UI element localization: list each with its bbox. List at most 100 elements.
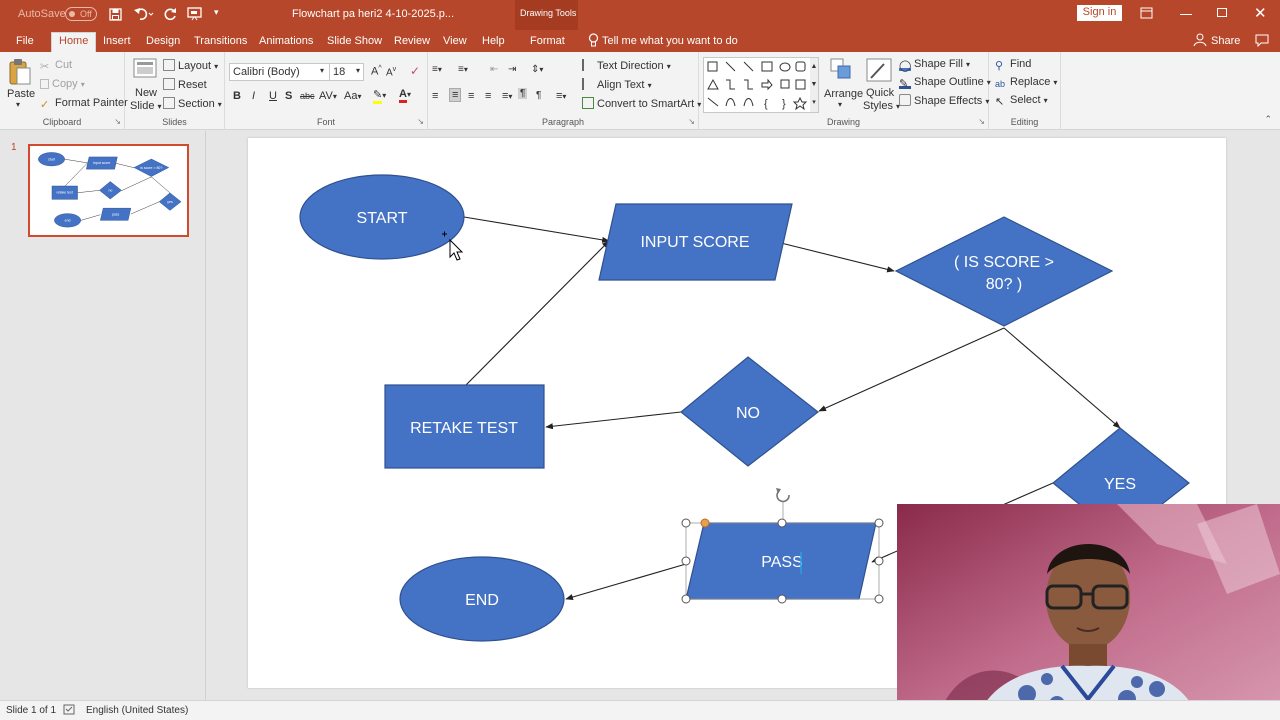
arrange-icon[interactable] xyxy=(830,58,854,87)
find-button[interactable]: ⚲ Find xyxy=(995,58,1031,72)
text-direction-button[interactable]: Text Direction ▾ xyxy=(582,59,671,72)
font-color-icon[interactable]: A▾ xyxy=(399,88,411,103)
tell-me-search[interactable]: Tell me what you want to do xyxy=(602,35,738,47)
rtl-icon[interactable]: ¶ xyxy=(536,90,541,101)
shapes-gallery[interactable]: {} xyxy=(703,57,819,113)
arrow-input-to-decision[interactable] xyxy=(780,242,895,273)
numbering-icon[interactable]: ≡▾ xyxy=(458,64,468,75)
line-spacing-icon[interactable]: ⇕▾ xyxy=(531,64,543,75)
arrange-button[interactable]: Arrange xyxy=(824,88,863,100)
arrange-dropdown-icon[interactable]: ▾ xyxy=(838,100,842,109)
paste-button[interactable]: Paste xyxy=(7,88,35,100)
redo-icon[interactable] xyxy=(163,7,177,24)
decrease-font-icon[interactable]: Av xyxy=(386,66,396,78)
new-slide-icon[interactable] xyxy=(133,58,157,83)
font-family-select[interactable]: Calibri (Body) xyxy=(229,63,330,81)
justify-icon[interactable]: ≡ xyxy=(485,90,491,102)
strikethrough-button[interactable]: abc xyxy=(300,91,315,101)
customize-toolbar-icon[interactable]: ▾ xyxy=(214,7,219,18)
select-button[interactable]: ↖ Select ▾ xyxy=(995,94,1048,108)
clear-formatting-icon[interactable]: ✓ xyxy=(410,64,420,78)
new-slide-label-2[interactable]: Slide ▾ xyxy=(130,100,162,112)
spelling-icon[interactable] xyxy=(63,704,75,718)
close-icon[interactable]: ✕ xyxy=(1254,4,1267,22)
tab-insert[interactable]: Insert xyxy=(96,33,138,52)
layout-button[interactable]: Layout ▾ xyxy=(163,59,218,72)
quick-styles-label-2[interactable]: Styles ▾ xyxy=(863,100,900,112)
collapse-ribbon-icon[interactable]: ⌃ xyxy=(1264,114,1272,125)
italic-button[interactable]: I xyxy=(252,90,255,102)
character-spacing-button[interactable]: AV▾ xyxy=(319,90,337,102)
drawing-launcher-icon[interactable]: ↘ xyxy=(978,117,985,126)
bold-button[interactable]: B xyxy=(233,90,241,102)
tab-review[interactable]: Review xyxy=(387,33,437,52)
tab-format[interactable]: Format xyxy=(523,33,572,52)
shapes-scroll-icon[interactable]: ▲ ▼ ▾ xyxy=(810,58,818,112)
shape-fill-button[interactable]: ◯ Shape Fill ▾ xyxy=(899,58,970,72)
tab-help[interactable]: Help xyxy=(475,33,512,52)
columns-icon[interactable]: ≡▾ xyxy=(502,90,512,102)
reset-button[interactable]: Reset xyxy=(163,78,207,91)
tab-design[interactable]: Design xyxy=(139,33,187,52)
share-button[interactable]: Share xyxy=(1211,35,1240,47)
sign-in-button[interactable]: Sign in xyxy=(1077,5,1122,21)
tab-home[interactable]: Home xyxy=(51,32,97,52)
tab-slide-show[interactable]: Slide Show xyxy=(320,33,389,52)
align-text-button[interactable]: Align Text ▾ xyxy=(582,78,652,91)
decrease-indent-icon[interactable]: ⇤ xyxy=(490,64,498,75)
copy-button[interactable]: Copy ▾ xyxy=(40,78,85,90)
maximize-icon[interactable] xyxy=(1217,8,1227,17)
tab-animations[interactable]: Animations xyxy=(252,33,320,52)
autosave-toggle[interactable]: Off xyxy=(65,7,97,21)
presentation-icon[interactable] xyxy=(187,7,203,24)
adjust-handle[interactable] xyxy=(700,518,710,528)
ribbon-display-icon[interactable] xyxy=(1140,7,1153,22)
quick-styles-icon[interactable] xyxy=(866,58,892,87)
language-indicator[interactable]: English (United States) xyxy=(86,705,188,716)
ltr-icon[interactable]: ¶ xyxy=(518,88,528,99)
new-slide-label-1[interactable]: New xyxy=(135,87,157,99)
shape-effects-button[interactable]: Shape Effects ▾ xyxy=(899,94,989,107)
section-button[interactable]: Section ▾ xyxy=(163,97,222,110)
paste-dropdown-icon[interactable]: ▾ xyxy=(16,100,20,109)
score-decision-diamond[interactable] xyxy=(894,216,1114,327)
format-painter-button[interactable]: ✓ Format Painter xyxy=(40,97,128,111)
undo-icon[interactable] xyxy=(134,7,154,24)
font-family-dropdown-icon[interactable]: ▾ xyxy=(320,66,324,75)
arrow-start-to-input[interactable] xyxy=(463,216,610,243)
bullets-icon[interactable]: ≡▾ xyxy=(432,64,442,75)
shape-outline-button[interactable]: ✎ Shape Outline ▾ xyxy=(899,76,991,90)
align-left-icon[interactable]: ≡ xyxy=(432,90,438,102)
slide-thumbnail[interactable]: start input score is score > 80? no reta… xyxy=(28,144,189,237)
align-right-icon[interactable]: ≡ xyxy=(468,90,474,102)
clipboard-launcher-icon[interactable]: ↘ xyxy=(114,117,121,126)
paragraph-launcher-icon[interactable]: ↘ xyxy=(688,117,695,126)
change-case-button[interactable]: Aa▾ xyxy=(344,90,361,102)
font-launcher-icon[interactable]: ↘ xyxy=(417,117,424,126)
tab-view[interactable]: View xyxy=(436,33,474,52)
tab-file[interactable]: File xyxy=(9,33,41,52)
quick-styles-label-1[interactable]: Quick xyxy=(866,87,894,99)
tab-transitions[interactable]: Transitions xyxy=(187,33,254,52)
arrow-decision-to-yes[interactable] xyxy=(1003,327,1121,429)
rotate-handle-icon[interactable] xyxy=(776,488,790,503)
highlight-icon[interactable]: ✎▾ xyxy=(373,88,386,104)
align-center-icon[interactable]: ≡ xyxy=(449,88,462,102)
convert-smartart-button[interactable]: Convert to SmartArt ▾ xyxy=(582,97,701,110)
arrow-no-to-retake[interactable] xyxy=(545,411,682,430)
replace-button[interactable]: ab Replace ▾ xyxy=(995,76,1057,91)
cut-button[interactable]: ✂ Cut xyxy=(40,59,72,73)
paste-icon[interactable] xyxy=(8,58,32,89)
arrow-retake-to-input[interactable] xyxy=(465,240,610,386)
increase-indent-icon[interactable]: ⇥ xyxy=(508,64,516,75)
save-icon[interactable] xyxy=(109,8,122,24)
increase-font-icon[interactable]: A^ xyxy=(371,65,382,78)
shadow-button[interactable]: S xyxy=(285,90,292,102)
minimize-icon[interactable] xyxy=(1180,5,1192,15)
arrow-decision-to-no[interactable] xyxy=(818,327,1005,412)
arrow-pass-to-end[interactable] xyxy=(565,563,687,601)
comments-icon[interactable] xyxy=(1255,34,1269,50)
paragraph-columns-icon[interactable]: ≡▾ xyxy=(556,90,566,102)
font-size-dropdown-icon[interactable]: ▾ xyxy=(356,66,360,75)
underline-button[interactable]: U xyxy=(269,90,277,102)
